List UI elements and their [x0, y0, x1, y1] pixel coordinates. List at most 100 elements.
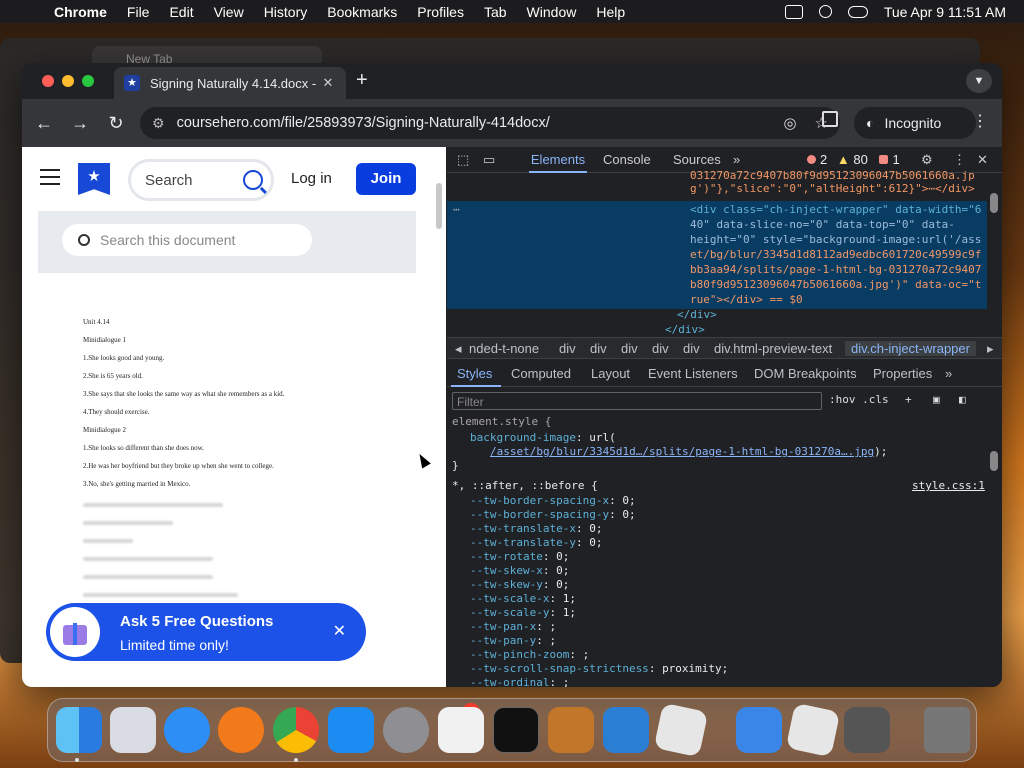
spotlight-search-icon[interactable] — [818, 5, 832, 18]
dom-ellipsis-icon[interactable]: ⋯ — [453, 203, 460, 216]
forward-button[interactable]: → — [62, 113, 98, 134]
back-button[interactable]: ← — [26, 113, 62, 134]
app-store-icon[interactable] — [328, 707, 374, 753]
rule-source-link[interactable]: style.css:1 — [912, 479, 985, 492]
tab-event-listeners[interactable]: Event Listeners — [648, 366, 738, 381]
eye-off-icon[interactable]: ◎ — [783, 114, 796, 132]
style-declaration[interactable]: background-image: url( — [470, 431, 616, 444]
site-search-input[interactable]: Search — [128, 159, 274, 201]
hov-cls-toggles[interactable]: :hov .cls — [829, 393, 889, 406]
dom-line[interactable]: bb3aa94/splits/page-1-html-bg-031270a72c… — [690, 263, 981, 276]
hamburger-menu-icon[interactable] — [40, 169, 60, 185]
chrome-menu-icon[interactable]: ⋮ — [972, 111, 988, 131]
dom-line[interactable]: height="0" style="background-image:url('… — [690, 233, 981, 246]
style-declaration[interactable]: --tw-pinch-zoom: ; — [470, 648, 589, 661]
style-declaration[interactable]: --tw-skew-x: 0; — [470, 564, 569, 577]
tab-dom-breakpoints[interactable]: DOM Breakpoints — [754, 366, 857, 381]
page-scrollbar[interactable] — [436, 183, 442, 229]
color-format-icon[interactable]: ▣ — [933, 393, 940, 406]
breadcrumb-item-selected[interactable]: div.ch-inject-wrapper — [845, 341, 976, 356]
style-declaration[interactable]: --tw-border-spacing-y: 0; — [470, 508, 636, 521]
breadcrumb-item[interactable]: div.html-preview-text — [714, 341, 832, 356]
textedit-icon[interactable] — [438, 707, 484, 753]
dom-line[interactable]: rue"></div> == $0 — [690, 293, 803, 306]
style-declaration[interactable]: --tw-scale-x: 1; — [470, 592, 576, 605]
screen-mirroring-icon[interactable] — [784, 4, 803, 19]
computed-sidebar-icon[interactable]: ◧ — [959, 393, 966, 406]
tab-active[interactable]: ★ Signing Naturally 4.14.docx - ✕ — [114, 67, 346, 99]
new-tab-button[interactable]: + — [356, 69, 368, 92]
styles-filter-input[interactable]: Filter — [452, 392, 822, 410]
tab-layout[interactable]: Layout — [591, 366, 630, 381]
login-link[interactable]: Log in — [291, 170, 332, 187]
breadcrumb-item[interactable]: div — [590, 341, 607, 356]
style-declaration[interactable]: --tw-pan-x: ; — [470, 620, 556, 633]
incognito-badge[interactable]: ◐ Incognito — [854, 107, 976, 139]
dom-line[interactable]: </div> — [677, 308, 717, 321]
tab-sources[interactable]: Sources — [673, 152, 721, 167]
inspect-element-icon[interactable]: ⬚ — [457, 152, 469, 168]
breadcrumb-prev-icon[interactable]: ◂ — [455, 341, 462, 357]
menu-help[interactable]: Help — [596, 4, 625, 20]
reload-button[interactable]: ↻ — [98, 113, 134, 134]
settings-gear-icon[interactable]: ⚙ — [921, 152, 933, 168]
breadcrumb-next-icon[interactable]: ▸ — [987, 341, 994, 357]
breadcrumb-item[interactable]: div — [683, 341, 700, 356]
coursehero-logo[interactable]: ★ — [78, 163, 110, 195]
breadcrumb-item[interactable]: div — [652, 341, 669, 356]
menu-edit[interactable]: Edit — [169, 4, 193, 20]
site-info-icon[interactable]: ⚙ — [152, 115, 165, 132]
device-toolbar-icon[interactable]: ▭ — [483, 152, 495, 168]
chrome-icon[interactable] — [273, 707, 319, 753]
close-devtools-icon[interactable]: ✕ — [977, 152, 988, 168]
join-button[interactable]: Join — [356, 163, 416, 195]
style-declaration[interactable]: --tw-scale-y: 1; — [470, 606, 576, 619]
style-declaration[interactable]: --tw-scroll-snap-strictness: proximity; — [470, 662, 728, 675]
close-window-button[interactable] — [42, 75, 54, 87]
weather-icon[interactable] — [736, 707, 782, 753]
url-text[interactable]: coursehero.com/file/25893973/Signing-Nat… — [177, 115, 766, 131]
tab-search-button[interactable]: ▼ — [966, 69, 992, 93]
menu-app-name[interactable]: Chrome — [54, 4, 107, 20]
menu-bookmarks[interactable]: Bookmarks — [327, 4, 397, 20]
menu-profiles[interactable]: Profiles — [417, 4, 464, 20]
address-bar[interactable]: ⚙ coursehero.com/file/25893973/Signing-N… — [140, 107, 840, 139]
menu-view[interactable]: View — [214, 4, 244, 20]
breadcrumb-item[interactable]: div — [621, 341, 638, 356]
search-icon[interactable] — [243, 170, 263, 190]
dom-line[interactable]: <div class="ch-inject-wrapper" data-widt… — [690, 203, 981, 216]
menu-window[interactable]: Window — [527, 4, 577, 20]
firefox-icon[interactable] — [218, 707, 264, 753]
breadcrumb-item[interactable]: nded-t-none — [469, 341, 539, 356]
style-declaration[interactable]: --tw-pan-y: ; — [470, 634, 556, 647]
style-declaration[interactable]: --tw-translate-y: 0; — [470, 536, 602, 549]
vscode-icon[interactable] — [603, 707, 649, 753]
dom-line[interactable]: g')"},"slice":"0","altHeight":612}">⋯</d… — [690, 182, 975, 195]
add-rule-icon[interactable]: + — [905, 393, 912, 406]
garageband-icon[interactable] — [548, 707, 594, 753]
more-tabs-icon[interactable]: » — [945, 366, 952, 381]
roblox-icon[interactable] — [653, 702, 709, 758]
terminal-icon[interactable] — [493, 707, 539, 753]
more-tabs-icon[interactable]: » — [733, 152, 740, 167]
rule-selector[interactable]: *, ::after, ::before { — [452, 479, 598, 492]
error-count[interactable]: 2 ▲ 80 1 — [807, 152, 900, 167]
finder-icon[interactable] — [56, 707, 102, 753]
breadcrumb-item[interactable]: div — [559, 341, 576, 356]
zoom-window-button[interactable] — [82, 75, 94, 87]
promo-banner[interactable]: Ask 5 Free Questions Limited time only! … — [46, 603, 366, 661]
dom-line[interactable]: et/bg/blur/3345d1d8112ad9edbc601720c4959… — [690, 248, 981, 261]
minimize-window-button[interactable] — [62, 75, 74, 87]
dom-line[interactable]: b80f9d95123096047b5061660a.jpg')" data-o… — [690, 278, 981, 291]
menu-file[interactable]: File — [127, 4, 150, 20]
styles-scrollbar[interactable] — [990, 451, 998, 471]
calculator-icon[interactable] — [844, 707, 890, 753]
style-declaration[interactable]: --tw-ordinal: ; — [470, 676, 569, 687]
tab-properties[interactable]: Properties — [873, 366, 932, 381]
tab-computed[interactable]: Computed — [511, 366, 571, 381]
document-search-input[interactable]: Search this document — [62, 224, 312, 256]
launchpad-icon[interactable] — [110, 707, 156, 753]
dom-line[interactable]: 031270a72c9407b80f9d95123096047b5061660a… — [690, 169, 975, 182]
style-declaration[interactable]: --tw-rotate: 0; — [470, 550, 569, 563]
style-url[interactable]: /asset/bg/blur/3345d1d…/splits/page-1-ht… — [490, 445, 887, 458]
